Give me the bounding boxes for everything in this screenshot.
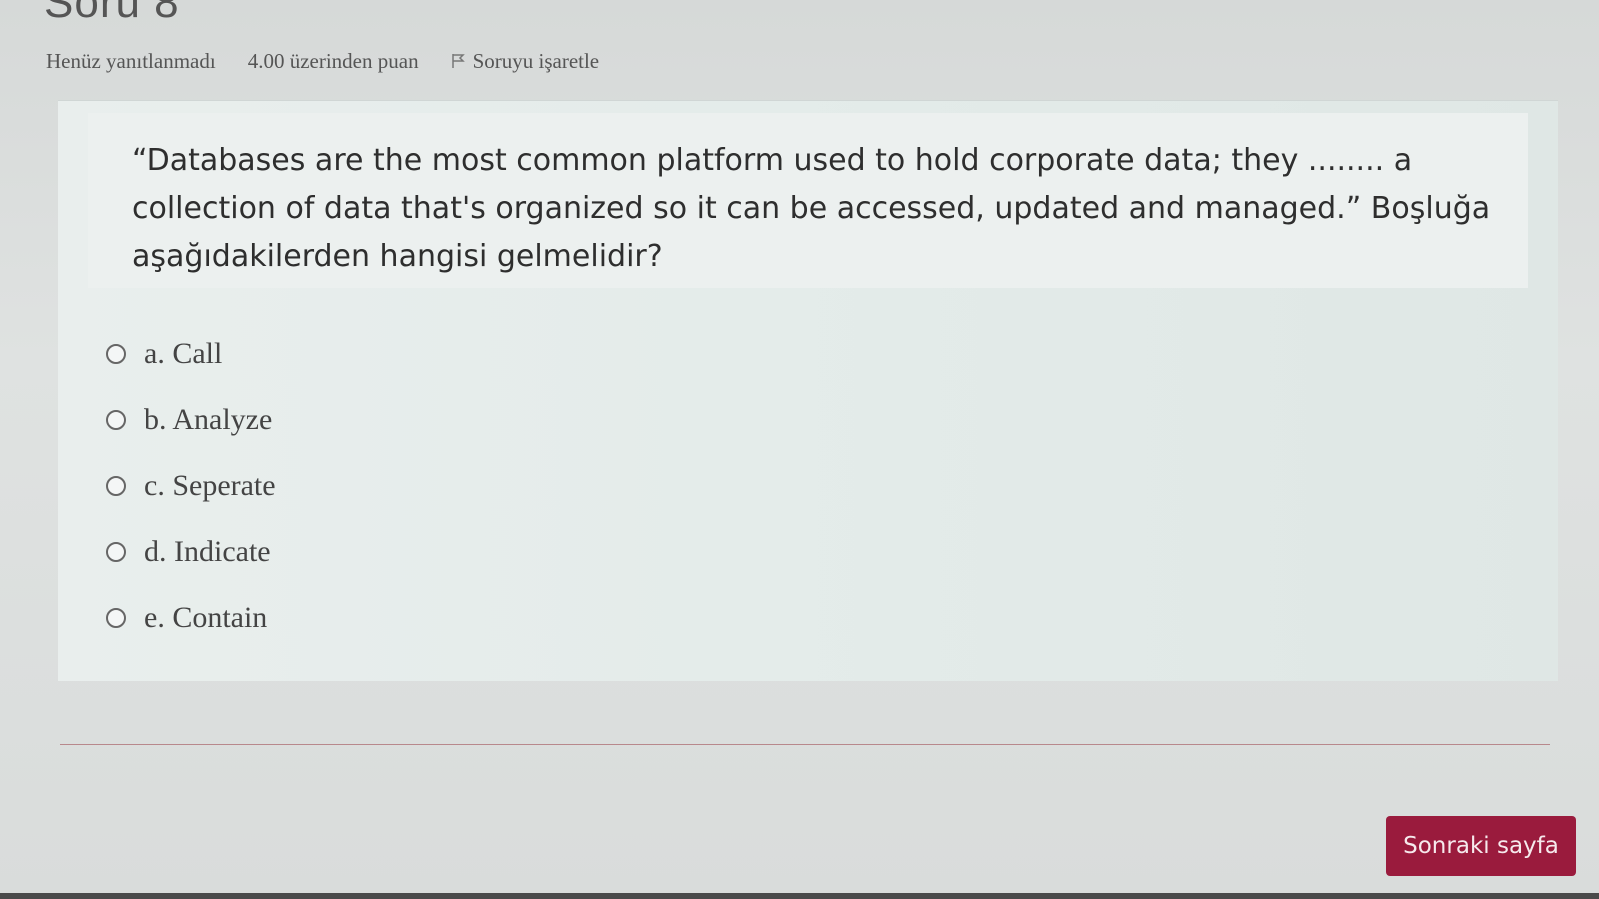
question-text: “Databases are the most common platform …: [132, 143, 1491, 274]
answer-label[interactable]: e. Contain: [144, 601, 267, 635]
radio-button[interactable]: [106, 608, 126, 628]
question-panel: “Databases are the most common platform …: [58, 100, 1558, 681]
answer-option-c[interactable]: c. Seperate: [106, 453, 276, 519]
answer-option-a[interactable]: a. Call: [106, 321, 276, 387]
question-mark: 4.00 üzerinden puan: [247, 48, 419, 73]
flag-question-link[interactable]: Soruyu işaretle: [451, 48, 600, 74]
radio-button[interactable]: [106, 344, 126, 364]
question-status: Henüz yanıtlanmadı: [46, 48, 216, 73]
answer-list: a. Call b. Analyze c. Seperate d. Indica…: [106, 321, 276, 651]
divider: [60, 744, 1550, 745]
radio-button[interactable]: [106, 542, 126, 562]
answer-label[interactable]: b. Analyze: [144, 403, 272, 437]
answer-option-e[interactable]: e. Contain: [106, 585, 276, 651]
answer-label[interactable]: a. Call: [144, 337, 222, 371]
radio-button[interactable]: [106, 410, 126, 430]
question-info: Henüz yanıtlanmadı 4.00 üzerinden puan S…: [46, 46, 599, 76]
screen-bottom-bar: [0, 893, 1599, 899]
flag-question-label: Soruyu işaretle: [472, 48, 600, 73]
question-heading: Soru 8: [44, 0, 180, 27]
next-page-button[interactable]: Sonraki sayfa: [1386, 816, 1576, 876]
answer-label[interactable]: c. Seperate: [144, 469, 276, 503]
flag-icon: [451, 54, 465, 68]
radio-button[interactable]: [106, 476, 126, 496]
answer-option-b[interactable]: b. Analyze: [106, 387, 276, 453]
question-text-box: “Databases are the most common platform …: [88, 113, 1528, 288]
answer-label[interactable]: d. Indicate: [144, 535, 271, 569]
answer-option-d[interactable]: d. Indicate: [106, 519, 276, 585]
